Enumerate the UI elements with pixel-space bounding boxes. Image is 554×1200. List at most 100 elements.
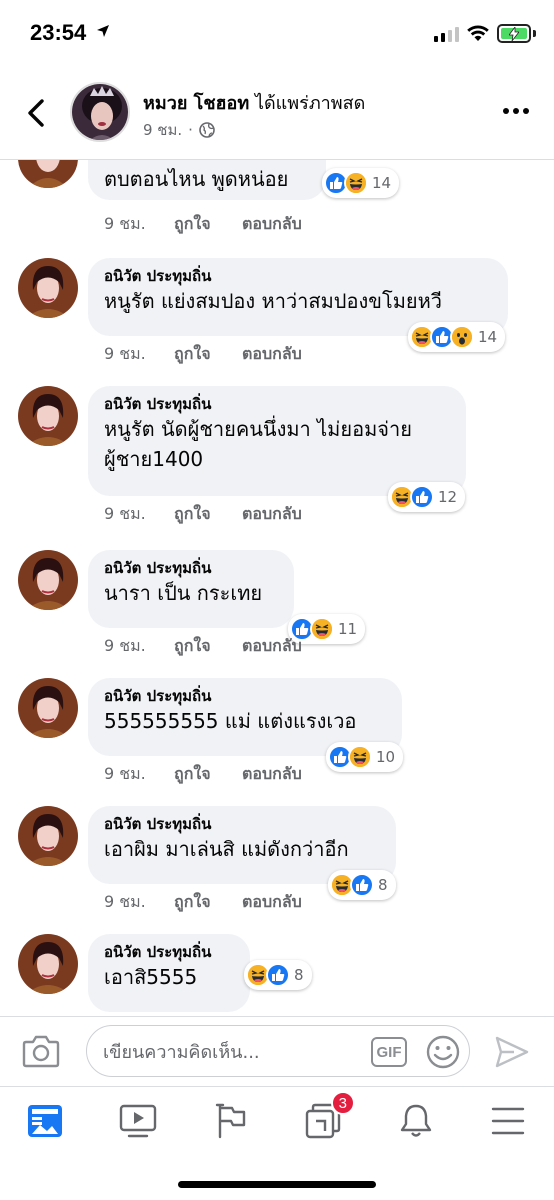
comment-bubble[interactable]: อนิวัต ประทุมถิ่นหนูรัต นัดผู้ชายคนนึ่งม… xyxy=(88,386,466,496)
groups-notification-badge: 3 xyxy=(330,1091,355,1115)
comment-actions: 9 ชม. ถูกใจ ตอบกลับ xyxy=(104,890,302,915)
like-button[interactable]: ถูกใจ xyxy=(174,212,242,237)
gif-button[interactable]: GIF xyxy=(371,1037,407,1067)
commenter-avatar[interactable] xyxy=(18,934,78,994)
comment-actions: 9 ชม. ถูกใจ ตอบกลับ xyxy=(104,634,302,659)
comment-time[interactable]: 9 ชม. xyxy=(104,342,174,367)
author-name[interactable]: หมวย โชฮอท xyxy=(143,93,249,114)
battery-icon xyxy=(497,24,531,43)
haha-reaction-icon xyxy=(310,617,334,641)
like-button[interactable]: ถูกใจ xyxy=(174,634,242,659)
reaction-count: 12 xyxy=(438,488,458,506)
reaction-summary[interactable]: 10 xyxy=(326,742,404,772)
commenter-name[interactable]: อนิวัต ประทุมถิ่น xyxy=(104,394,450,414)
comment-time[interactable]: 9 ชม. xyxy=(104,502,174,527)
comment-text: ผู้ชาย1400 xyxy=(104,447,204,471)
comment-time[interactable]: 9 ชม. xyxy=(104,762,174,787)
commenter-name[interactable]: อนิวัต ประทุมถิ่น xyxy=(104,942,234,962)
tab-news-feed[interactable] xyxy=(23,1099,67,1143)
post-header: หมวย โชฮอท ได้แพร่ภาพสด 9 ชม. · xyxy=(0,76,554,160)
like-button[interactable]: ถูกใจ xyxy=(174,890,242,915)
reaction-count: 8 xyxy=(294,966,304,984)
news-feed-icon xyxy=(28,1105,62,1137)
comment-time[interactable]: 9 ชม. xyxy=(104,890,174,915)
comment-input-field[interactable]: GIF xyxy=(86,1025,470,1077)
commenter-name[interactable]: อนิวัต ประทุมถิ่น xyxy=(104,266,492,286)
reaction-summary[interactable]: 12 xyxy=(388,482,466,512)
reaction-summary[interactable]: 8 xyxy=(244,960,312,990)
comment-bubble[interactable]: อนิวัต ประทุมถิ่นเอาสิ5555 xyxy=(88,934,250,1012)
reply-button[interactable]: ตอบกลับ xyxy=(242,634,302,659)
comment-text: หนูรัต นัดผู้ชายคนนึ่งมา ไม่ยอมจ่าย xyxy=(104,417,412,441)
reaction-summary[interactable]: 8 xyxy=(328,870,396,900)
battery-cap xyxy=(533,30,536,37)
haha-reaction-icon xyxy=(348,745,372,769)
like-button[interactable]: ถูกใจ xyxy=(174,762,242,787)
tab-groups[interactable]: 3 xyxy=(301,1091,355,1143)
chevron-left-icon xyxy=(28,99,44,127)
reaction-count: 14 xyxy=(372,174,392,192)
tab-watch[interactable] xyxy=(116,1099,160,1143)
commenter-avatar[interactable] xyxy=(18,386,78,446)
comment-text: 555555555 แม่ แต่งแรงเวอ xyxy=(104,709,357,733)
comment-actions: 9 ชม. ถูกใจ ตอบกลับ xyxy=(104,212,302,237)
location-arrow-icon xyxy=(97,25,109,37)
wifi-icon xyxy=(467,25,489,41)
comment-text: ตบตอนไหน พูดหน่อย xyxy=(104,167,289,191)
reaction-summary[interactable]: 14 xyxy=(322,168,400,198)
tab-notifications[interactable] xyxy=(394,1099,438,1143)
comment-text: เอาสิ5555 xyxy=(104,965,198,989)
more-options-button[interactable] xyxy=(503,108,529,114)
comment-time[interactable]: 9 ชม. xyxy=(104,212,174,237)
like-button[interactable]: ถูกใจ xyxy=(174,502,242,527)
watch-video-icon xyxy=(119,1104,157,1138)
reaction-summary[interactable]: 14 xyxy=(408,322,506,352)
comment-time[interactable]: 9 ชม. xyxy=(104,634,174,659)
reaction-count: 8 xyxy=(378,876,388,894)
reaction-count: 10 xyxy=(376,748,396,766)
flag-icon xyxy=(215,1103,246,1139)
like-button[interactable]: ถูกใจ xyxy=(174,342,242,367)
commenter-name[interactable]: อนิวัต ประทุมถิ่น xyxy=(104,814,380,834)
tab-pages[interactable] xyxy=(209,1099,253,1143)
comment-actions: 9 ชม. ถูกใจ ตอบกลับ xyxy=(104,762,302,787)
author-avatar[interactable] xyxy=(70,82,130,142)
camera-button[interactable] xyxy=(22,1034,60,1072)
commenter-avatar[interactable] xyxy=(18,806,78,866)
status-time: 23:54 xyxy=(30,20,87,45)
commenter-avatar[interactable] xyxy=(18,550,78,610)
wow-reaction-icon xyxy=(450,325,474,349)
commenter-avatar[interactable] xyxy=(18,258,78,318)
reply-button[interactable]: ตอบกลับ xyxy=(242,212,302,237)
comment-text: หนูรัต แย่งสมปอง หาว่าสมปองขโมยหวี xyxy=(104,289,443,313)
commenter-name[interactable]: อนิวัต ประทุมถิ่น xyxy=(104,558,278,578)
status-bar: 23:54 xyxy=(0,0,554,70)
reply-button[interactable]: ตอบกลับ xyxy=(242,762,302,787)
author-avatar-image xyxy=(72,84,128,140)
commenter-name[interactable]: อนิวัต ประทุมถิ่น xyxy=(104,686,386,706)
commenter-avatar[interactable] xyxy=(18,160,78,188)
battery-level xyxy=(501,27,527,41)
emoji-icon[interactable] xyxy=(425,1034,461,1070)
commenter-avatar[interactable] xyxy=(18,678,78,738)
like-reaction-icon xyxy=(410,485,434,509)
post-time[interactable]: 9 ชม. xyxy=(143,118,182,142)
send-icon[interactable] xyxy=(494,1035,530,1069)
tab-menu[interactable] xyxy=(486,1099,530,1143)
reply-button[interactable]: ตอบกลับ xyxy=(242,890,302,915)
cellular-signal-icon xyxy=(434,26,459,42)
reply-button[interactable]: ตอบกลับ xyxy=(242,342,302,367)
comment-input[interactable] xyxy=(103,1038,373,1066)
reaction-count: 14 xyxy=(478,328,498,346)
back-button[interactable] xyxy=(22,96,50,130)
like-reaction-icon xyxy=(266,963,290,987)
comment-bubble[interactable]: ตบตอนไหน พูดหน่อย xyxy=(88,160,326,200)
comments-list: ตบตอนไหน พูดหน่อย 14 9 ชม. ถูกใจ ตอบกลับ… xyxy=(0,160,554,1016)
bell-icon xyxy=(400,1104,432,1137)
separator-dot: · xyxy=(188,121,193,139)
comment-actions: 9 ชม. ถูกใจ ตอบกลับ xyxy=(104,342,302,367)
comment-bubble[interactable]: อนิวัต ประทุมถิ่น นารา เป็น กระเทย xyxy=(88,550,294,628)
reply-button[interactable]: ตอบกลับ xyxy=(242,502,302,527)
bottom-tab-bar: 3 xyxy=(0,1086,554,1200)
charging-bolt-icon xyxy=(509,27,519,41)
